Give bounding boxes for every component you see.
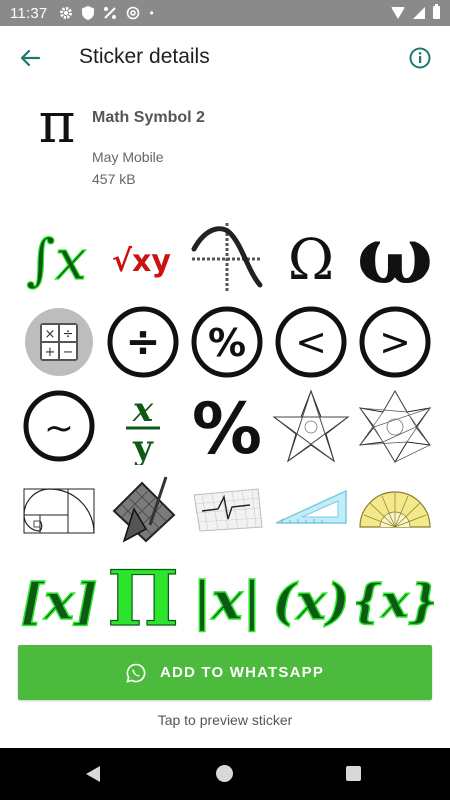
status-time: 11:37 xyxy=(10,4,48,22)
sticker-text: > xyxy=(379,320,411,364)
sticker-bell-curve-graph[interactable] xyxy=(188,219,266,297)
sticker-row: × ÷ + − ÷ % < > xyxy=(20,303,434,387)
calc-key: × xyxy=(45,327,56,342)
sticker-grid: ∫x √xy Ω ω × ÷ + − ÷ % < > ~ x y % [x] Π… xyxy=(20,219,434,639)
sticker-tilde-circle[interactable]: ~ xyxy=(20,387,98,465)
pack-size: 457 kB xyxy=(92,171,136,187)
sticker-greater-than-circle[interactable]: > xyxy=(356,303,434,381)
at-sign-icon xyxy=(127,6,140,20)
sticker-set-square[interactable] xyxy=(272,471,350,549)
status-dot: • xyxy=(149,6,154,20)
sticker-grid-waveform[interactable] xyxy=(188,471,266,549)
pack-tray-icon: π xyxy=(38,91,76,156)
navigation-bar xyxy=(0,748,450,800)
sticker-text: Ω xyxy=(288,228,334,293)
sticker-abs-x[interactable]: |x| xyxy=(188,555,266,633)
page-title: Sticker details xyxy=(79,45,210,68)
sticker-omega-lower[interactable]: ω xyxy=(356,219,434,297)
sticker-text: {x} xyxy=(356,574,434,628)
sticker-brace-x[interactable]: {x} xyxy=(356,555,434,633)
pack-name: Math Symbol 2 xyxy=(92,109,205,126)
sticker-bracket-x[interactable]: [x] xyxy=(20,555,98,633)
sticker-pentagram[interactable] xyxy=(272,387,350,465)
sticker-percent-large[interactable]: % xyxy=(188,387,266,465)
whatsapp-icon xyxy=(126,663,146,683)
sticker-less-than-circle[interactable]: < xyxy=(272,303,350,381)
sticker-row: ~ x y % xyxy=(20,387,434,471)
sticker-text: ~ xyxy=(44,408,74,449)
sticker-text: √xy xyxy=(112,244,171,279)
status-notification-icons: • xyxy=(59,6,154,20)
battery-icon xyxy=(433,4,440,19)
status-system-icons xyxy=(391,4,440,19)
signal-icon xyxy=(413,6,425,19)
nav-home-icon[interactable] xyxy=(216,765,233,782)
sticker-golden-spiral[interactable] xyxy=(20,471,98,549)
app-bar: Sticker details xyxy=(0,26,450,88)
sticker-row xyxy=(20,471,434,555)
preview-hint: Tap to preview sticker xyxy=(157,712,293,728)
sticker-row: ∫x √xy Ω ω xyxy=(20,219,434,303)
sticker-drafting-tools[interactable] xyxy=(104,471,182,549)
nav-back-icon[interactable] xyxy=(86,766,100,782)
sticker-protractor[interactable] xyxy=(356,471,434,549)
sticker-text: < xyxy=(295,320,327,364)
calc-key: ÷ xyxy=(63,327,74,342)
sticker-text: % xyxy=(208,321,246,365)
sticker-text: |x| xyxy=(193,571,262,632)
add-to-whatsapp-label: ADD TO WHATSAPP xyxy=(159,664,325,681)
wifi-icon xyxy=(391,6,405,19)
settings-gear-icon xyxy=(60,7,73,19)
sticker-divide-circle[interactable]: ÷ xyxy=(104,303,182,381)
sticker-row: [x] Π |x| (x) {x} xyxy=(20,555,434,639)
add-to-whatsapp-button[interactable]: ADD TO WHATSAPP xyxy=(18,645,432,700)
sticker-text: ω xyxy=(357,219,433,297)
back-button[interactable] xyxy=(14,42,46,74)
pack-publisher: May Mobile xyxy=(92,149,164,165)
calc-key: + xyxy=(45,345,56,360)
sticker-text: y xyxy=(132,428,154,465)
cast-icon xyxy=(104,7,117,19)
sticker-nonagram[interactable] xyxy=(356,387,434,465)
sticker-text: x xyxy=(132,390,154,430)
calc-key: − xyxy=(63,345,74,360)
back-arrow-icon xyxy=(20,49,40,67)
sticker-pi-green[interactable]: Π xyxy=(104,555,182,633)
sticker-paren-x[interactable]: (x) xyxy=(272,555,350,633)
info-icon xyxy=(409,47,431,69)
sticker-text: ÷ xyxy=(125,317,160,366)
sticker-text: [x] xyxy=(20,572,97,631)
nav-recents-icon[interactable] xyxy=(346,766,361,781)
sticker-percent-circle[interactable]: % xyxy=(188,303,266,381)
sticker-calculator[interactable]: × ÷ + − xyxy=(20,303,98,381)
sticker-omega-upper[interactable]: Ω xyxy=(272,219,350,297)
info-button[interactable] xyxy=(404,42,436,74)
shield-icon xyxy=(82,6,95,20)
status-bar: 11:37 • xyxy=(0,0,450,26)
sticker-text: Π xyxy=(107,555,179,633)
sticker-integral-x[interactable]: ∫x xyxy=(20,219,98,297)
sticker-text: ∫x xyxy=(26,228,87,293)
sticker-pack-header: π Math Symbol 2 May Mobile 457 kB xyxy=(0,96,450,196)
sticker-sqrt-xy[interactable]: √xy xyxy=(104,219,182,297)
sticker-x-over-y[interactable]: x y xyxy=(104,387,182,465)
sticker-text: % xyxy=(192,388,262,465)
sticker-text: (x) xyxy=(272,572,349,631)
